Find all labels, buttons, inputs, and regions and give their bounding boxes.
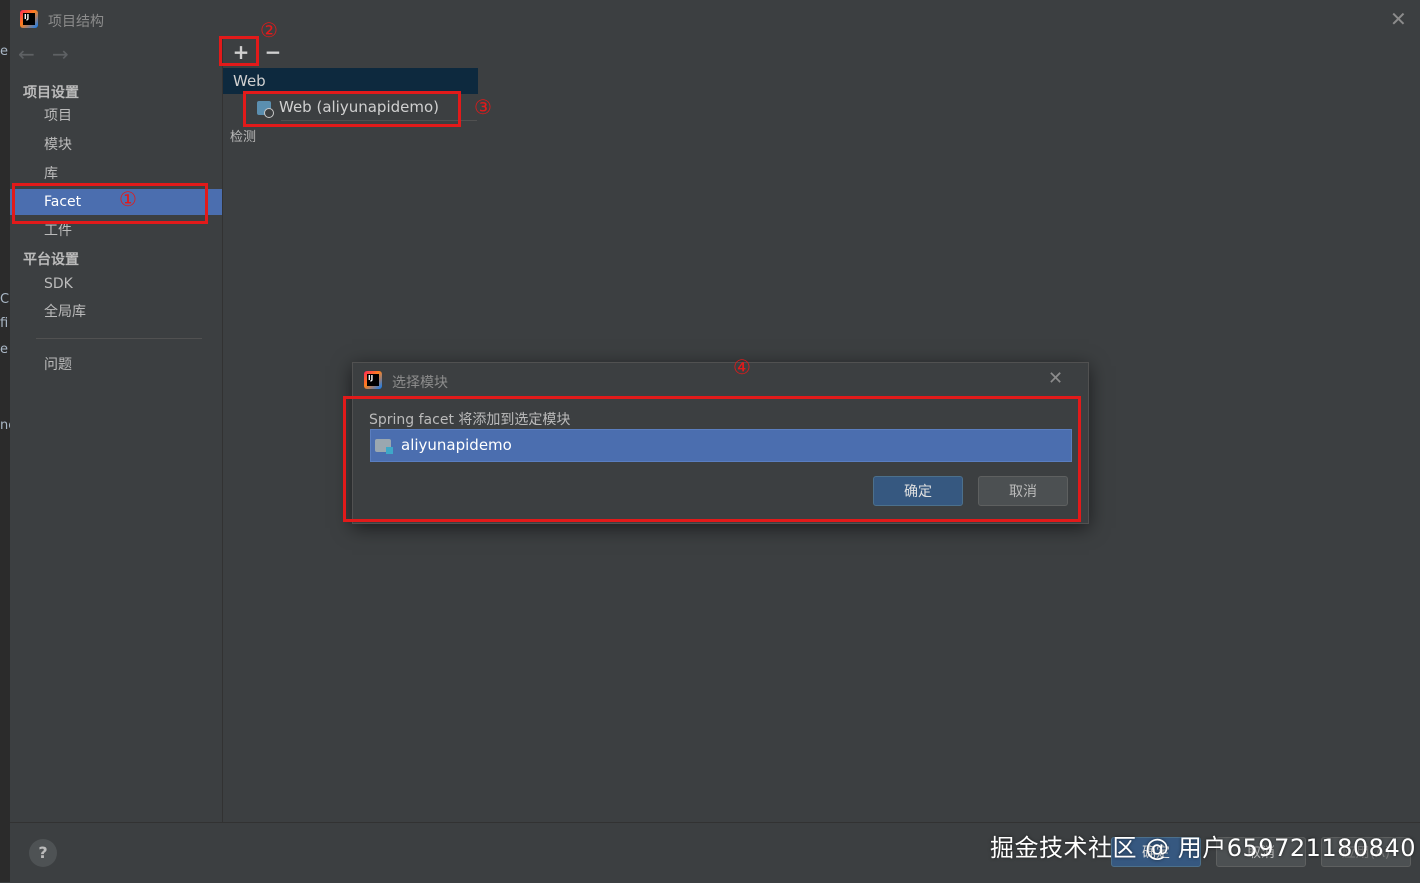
edge-fragment: fi [0, 316, 9, 331]
annotation-box-1 [12, 183, 208, 224]
dialog-close-icon[interactable]: ✕ [1048, 368, 1063, 389]
intellij-app-icon: IJ [20, 10, 38, 28]
remove-facet-button[interactable]: − [261, 40, 285, 64]
sidebar: ← → 项目设置 项目 模块 库 Facet 工件 平台设置 SDK 全局库 问… [10, 38, 222, 822]
sidebar-item-modules[interactable]: 模块 [10, 132, 222, 158]
background-editor-strip: e C fi e nc [0, 0, 15, 882]
sidebar-item-problems[interactable]: 问题 [10, 352, 222, 378]
edge-fragment: e [0, 44, 8, 59]
annotation-box-4 [343, 396, 1081, 522]
title-bar: IJ 项目结构 ✕ [10, 0, 1420, 38]
annotation-number-1: ① [119, 187, 137, 211]
help-icon[interactable]: ? [29, 839, 57, 867]
annotation-box-2 [219, 36, 259, 66]
annotation-number-2: ② [260, 18, 278, 42]
edge-fragment: e [0, 342, 8, 357]
sidebar-item-global-libraries[interactable]: 全局库 [10, 299, 222, 325]
platform-settings-header: 平台设置 [23, 252, 79, 268]
annotation-number-4: ④ [733, 355, 751, 379]
sidebar-item-project[interactable]: 项目 [10, 103, 222, 129]
sidebar-divider [36, 338, 202, 339]
annotation-number-3: ③ [474, 95, 492, 119]
intellij-app-icon: IJ [364, 371, 382, 389]
close-icon[interactable]: ✕ [1390, 7, 1407, 31]
watermark-text: 掘金技术社区 @ 用户659721180840 [990, 834, 1416, 862]
annotation-box-3 [243, 91, 461, 127]
project-settings-header: 项目设置 [23, 85, 79, 101]
detection-label[interactable]: 检测 [230, 126, 256, 145]
forward-arrow-icon[interactable]: → [52, 42, 69, 66]
back-arrow-icon[interactable]: ← [18, 42, 35, 66]
edge-fragment: C [0, 292, 10, 307]
dialog-title: 选择模块 [392, 375, 448, 391]
sidebar-item-sdk[interactable]: SDK [10, 271, 222, 297]
window-title: 项目结构 [48, 14, 104, 30]
